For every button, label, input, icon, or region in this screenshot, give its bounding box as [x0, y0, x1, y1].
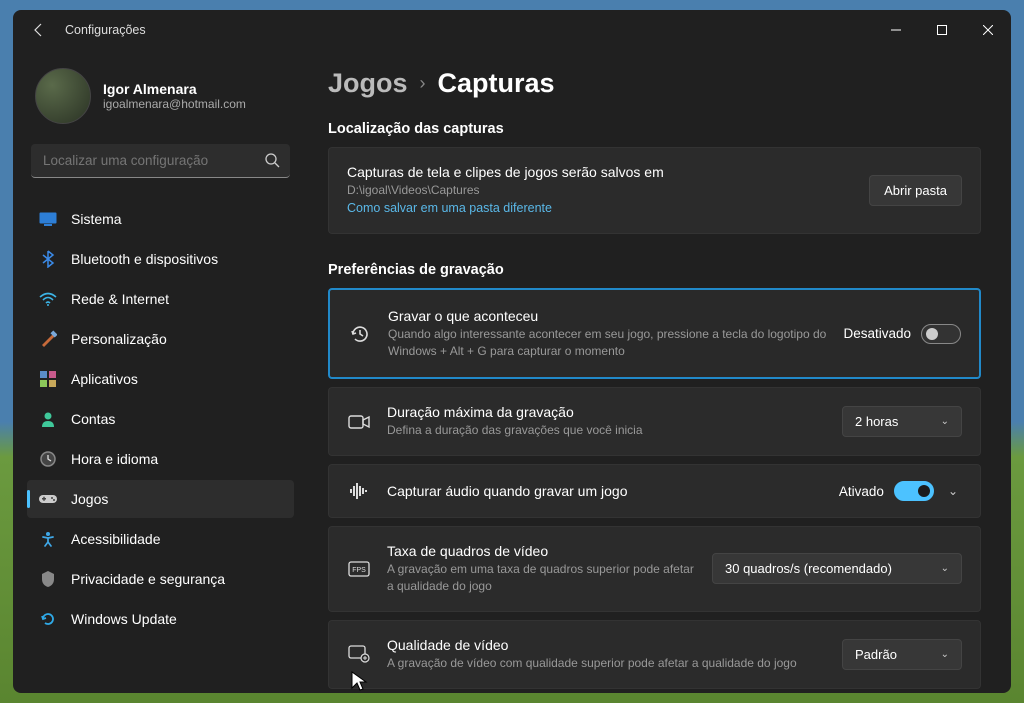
audio-icon [347, 482, 371, 500]
record-happened-toggle[interactable] [921, 324, 961, 344]
quality-value: Padrão [855, 647, 897, 662]
titlebar: Configurações [13, 10, 1011, 50]
card-max-duration: Duração máxima da gravação Defina a dura… [328, 387, 981, 456]
window-controls [873, 10, 1011, 50]
capture-audio-toggle[interactable] [894, 481, 934, 501]
camera-icon [347, 414, 371, 430]
sidebar-item-update[interactable]: Windows Update [27, 600, 294, 638]
chevron-right-icon: › [420, 73, 426, 94]
quality-desc: A gravação de vídeo com qualidade superi… [387, 655, 826, 672]
quality-title: Qualidade de vídeo [387, 637, 826, 653]
wifi-icon [39, 290, 57, 308]
fps-value: 30 quadros/s (recomendado) [725, 561, 892, 576]
avatar [35, 68, 91, 124]
main-area: Igor Almenara igoalmenara@hotmail.com Si… [13, 50, 1011, 693]
capture-audio-title: Capturar áudio quando gravar um jogo [387, 483, 823, 499]
chevron-down-icon: ⌄ [941, 563, 949, 574]
max-duration-value: 2 horas [855, 414, 898, 429]
sidebar-item-bluetooth[interactable]: Bluetooth e dispositivos [27, 240, 294, 278]
fps-title: Taxa de quadros de vídeo [387, 543, 696, 559]
chevron-down-icon: ⌄ [941, 649, 949, 660]
location-help-link[interactable]: Como salvar em uma pasta diferente [347, 201, 552, 215]
sidebar-item-jogos[interactable]: Jogos [27, 480, 294, 518]
profile-name: Igor Almenara [103, 81, 246, 97]
close-button[interactable] [965, 10, 1011, 50]
apps-icon [39, 370, 57, 388]
capture-audio-state: Ativado [839, 484, 884, 499]
card-capture-location: Capturas de tela e clipes de jogos serão… [328, 147, 981, 234]
quality-icon [347, 645, 371, 663]
sidebar-item-label: Bluetooth e dispositivos [71, 251, 218, 267]
card-record-happened: Gravar o que aconteceu Quando algo inter… [328, 288, 981, 380]
search-input[interactable] [31, 144, 290, 178]
history-icon [348, 323, 372, 345]
back-button[interactable] [27, 18, 51, 42]
clock-icon [39, 450, 57, 468]
brush-icon [39, 330, 57, 348]
sidebar-item-label: Jogos [71, 491, 108, 507]
person-icon [39, 410, 57, 428]
sidebar-item-contas[interactable]: Contas [27, 400, 294, 438]
breadcrumb: Jogos › Capturas [328, 68, 981, 99]
max-duration-desc: Defina a duração das gravações que você … [387, 422, 826, 439]
update-icon [39, 610, 57, 628]
monitor-icon [39, 210, 57, 228]
card-fps: FPS Taxa de quadros de vídeo A gravação … [328, 526, 981, 612]
open-folder-button[interactable]: Abrir pasta [869, 175, 962, 206]
max-duration-select[interactable]: 2 horas ⌄ [842, 406, 962, 437]
search-icon [264, 152, 280, 173]
sidebar-item-label: Acessibilidade [71, 531, 161, 547]
card-quality: Qualidade de vídeo A gravação de vídeo c… [328, 620, 981, 689]
sidebar-item-label: Aplicativos [71, 371, 138, 387]
sidebar-item-acessibilidade[interactable]: Acessibilidade [27, 520, 294, 558]
location-path: D:\igoal\Videos\Captures [347, 182, 853, 199]
content-area: Jogos › Capturas Localização das captura… [308, 50, 1011, 693]
location-card-title: Capturas de tela e clipes de jogos serão… [347, 164, 853, 180]
minimize-button[interactable] [873, 10, 919, 50]
fps-desc: A gravação em uma taxa de quadros superi… [387, 561, 696, 595]
expand-audio-button[interactable]: ⌄ [944, 484, 962, 498]
bluetooth-icon [39, 250, 57, 268]
gamepad-icon [39, 490, 57, 508]
window-title: Configurações [65, 23, 873, 37]
fps-icon: FPS [347, 561, 371, 577]
max-duration-title: Duração máxima da gravação [387, 404, 826, 420]
sidebar-item-sistema[interactable]: Sistema [27, 200, 294, 238]
sidebar-item-label: Sistema [71, 211, 122, 227]
sidebar-item-label: Privacidade e segurança [71, 571, 225, 587]
record-happened-state: Desativado [843, 326, 911, 341]
search-box [31, 144, 290, 178]
profile-email: igoalmenara@hotmail.com [103, 97, 246, 111]
sidebar-item-privacidade[interactable]: Privacidade e segurança [27, 560, 294, 598]
profile-block[interactable]: Igor Almenara igoalmenara@hotmail.com [27, 68, 294, 144]
record-happened-desc: Quando algo interessante acontecer em se… [388, 326, 827, 360]
sidebar-item-label: Hora e idioma [71, 451, 158, 467]
maximize-button[interactable] [919, 10, 965, 50]
chevron-down-icon: ⌄ [941, 416, 949, 427]
sidebar-item-personalizacao[interactable]: Personalização [27, 320, 294, 358]
settings-window: Configurações Igor Almenara igoalmenara@… [13, 10, 1011, 693]
sidebar-item-label: Rede & Internet [71, 291, 169, 307]
section-location-title: Localização das capturas [328, 121, 981, 137]
accessibility-icon [39, 530, 57, 548]
record-happened-title: Gravar o que aconteceu [388, 308, 827, 324]
sidebar-item-aplicativos[interactable]: Aplicativos [27, 360, 294, 398]
breadcrumb-parent[interactable]: Jogos [328, 68, 408, 99]
section-prefs-title: Preferências de gravação [328, 262, 981, 278]
sidebar-item-label: Personalização [71, 331, 167, 347]
profile-text: Igor Almenara igoalmenara@hotmail.com [103, 81, 246, 111]
card-capture-audio: Capturar áudio quando gravar um jogo Ati… [328, 464, 981, 518]
page-title: Capturas [438, 68, 555, 99]
sidebar-item-rede[interactable]: Rede & Internet [27, 280, 294, 318]
fps-select[interactable]: 30 quadros/s (recomendado) ⌄ [712, 553, 962, 584]
nav-list: Sistema Bluetooth e dispositivos Rede & … [27, 200, 294, 638]
sidebar-item-label: Contas [71, 411, 115, 427]
sidebar-item-label: Windows Update [71, 611, 177, 627]
svg-text:FPS: FPS [352, 567, 366, 574]
sidebar: Igor Almenara igoalmenara@hotmail.com Si… [13, 50, 308, 693]
sidebar-item-hora[interactable]: Hora e idioma [27, 440, 294, 478]
quality-select[interactable]: Padrão ⌄ [842, 639, 962, 670]
shield-icon [39, 570, 57, 588]
